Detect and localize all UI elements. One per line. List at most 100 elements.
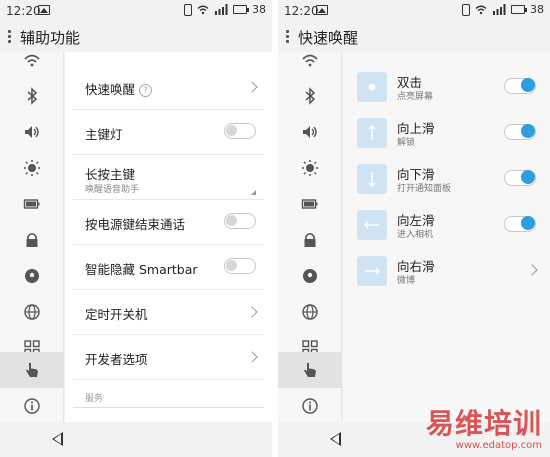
smartbar-toggle[interactable] [224,258,256,274]
sidebar-item-security[interactable] [0,222,64,258]
brightness-icon [24,160,40,176]
power-end-call-toggle[interactable] [224,213,256,229]
quick-wake-screen: 12:20 38 快速唤醒 双击 点亮屏幕 向上滑 解锁 向下滑 打开通知面板 … [278,0,550,457]
swipe-up-toggle[interactable] [504,124,536,140]
accessibility-screen: 12:20 38 辅助功能 快速唤醒 ? 主键灯 长按主键 唤醒语音助手 按电源… [0,0,272,457]
bluetooth-icon [305,87,316,105]
chevron-right-icon [246,81,258,93]
chevron-right-icon [526,264,538,276]
back-icon[interactable] [330,432,341,446]
list-item-developer-options[interactable]: 开发者选项 [73,335,264,380]
wifi-status-icon [475,5,487,14]
vibrate-icon [184,3,192,16]
list-item-home-key-light[interactable]: 主键灯 [73,110,264,155]
sidebar-item-accessibility[interactable] [278,352,342,388]
settings-sidebar [278,52,342,422]
gesture-row-swipe-up[interactable]: 向上滑 解锁 [353,116,544,156]
list-item-power-end-call[interactable]: 按电源键结束通话 [73,200,264,245]
sidebar-item-bluetooth[interactable] [278,78,342,114]
chevron-right-icon [246,351,258,363]
hand-pointer-icon [304,363,316,377]
wifi-status-icon [197,5,209,14]
sidebar-item-accessibility[interactable] [0,352,64,388]
sidebar-item-bluetooth[interactable] [0,78,64,114]
sidebar-item-language[interactable] [0,294,64,330]
chevron-right-icon [246,306,258,318]
dropdown-corner-icon [251,190,256,195]
list-item-quick-wake[interactable]: 快速唤醒? [73,64,264,110]
sidebar-item-about[interactable] [0,388,64,424]
sidebar-item-about[interactable] [278,388,342,424]
gesture-subtitle: 进入相机 [397,230,434,240]
info-icon [302,398,318,414]
swipe-down-icon [357,164,387,194]
list-item-label: 主键灯 [85,127,123,142]
gesture-subtitle: 解锁 [397,138,416,148]
list-item-label: 长按主键 [85,167,136,182]
watermark: 易维培训 www.edatop.com [426,402,542,451]
lock-icon [26,232,38,247]
battery-icon [301,199,318,209]
status-bar: 12:20 38 [278,0,550,22]
battery-level: 38 [530,3,544,16]
home-key-light-toggle[interactable] [224,123,256,139]
globe-icon [302,304,318,320]
volume-icon [25,126,39,138]
list-item-label: 定时开关机 [85,307,148,322]
volume-icon [303,126,317,138]
back-icon[interactable] [52,432,63,446]
location-icon [303,269,317,283]
help-icon[interactable]: ? [139,84,153,97]
gesture-row-double-tap[interactable]: 双击 点亮屏幕 [353,70,544,110]
bluetooth-icon [27,87,38,105]
globe-icon [24,304,40,320]
wifi-icon [302,54,318,67]
vibrate-icon [462,3,470,16]
sidebar-item-security[interactable] [278,222,342,258]
list-item-long-press-home[interactable]: 长按主键 唤醒语音助手 [73,155,264,200]
sidebar-item-battery[interactable] [278,186,342,222]
double-tap-toggle[interactable] [504,78,536,94]
lock-icon [304,232,316,247]
list-item-scheduled-power[interactable]: 定时开关机 [73,290,264,335]
gesture-row-swipe-down[interactable]: 向下滑 打开通知面板 [353,162,544,202]
battery-status-icon [511,5,527,14]
navigation-bar [0,422,272,457]
sidebar-item-sound[interactable] [0,114,64,150]
image-notification-icon [38,5,50,15]
settings-sidebar [0,52,64,422]
swipe-right-icon [357,256,387,286]
sidebar-item-display[interactable] [0,150,64,186]
list-item-label: 按电源键结束通话 [85,217,186,232]
list-item-label: 快速唤醒 [85,82,136,97]
gesture-row-swipe-left[interactable]: 向左滑 进入相机 [353,208,544,248]
sidebar-item-wifi[interactable] [278,42,342,78]
sidebar-item-location[interactable] [278,258,342,294]
status-bar: 12:20 38 [0,0,272,22]
signal-icon [493,4,506,15]
image-notification-icon [316,5,328,15]
double-tap-icon [357,72,387,102]
sidebar-item-wifi[interactable] [0,42,64,78]
battery-status-icon [233,5,249,14]
list-item-smartbar[interactable]: 智能隐藏 Smartbar [73,245,264,290]
gesture-subtitle: 微博 [397,276,416,286]
sidebar-item-language[interactable] [278,294,342,330]
gesture-row-swipe-right[interactable]: 向右滑 微博 [353,254,544,294]
sidebar-item-sound[interactable] [278,114,342,150]
sidebar-item-display[interactable] [278,150,342,186]
sidebar-item-battery[interactable] [0,186,64,222]
list-item-sublabel: 唤醒语音助手 [85,185,140,195]
battery-level: 38 [252,3,266,16]
swipe-up-icon [357,118,387,148]
swipe-left-toggle[interactable] [504,216,536,232]
location-icon [25,269,39,283]
wifi-icon [24,54,40,67]
screenshot-root: 12:20 38 辅助功能 快速唤醒 ? 主键灯 长按主键 唤醒语音助手 按电源… [0,0,550,457]
sidebar-item-location[interactable] [0,258,64,294]
battery-icon [23,199,40,209]
watermark-logo-text: 易维培训 [425,407,542,440]
status-time: 12:20 [6,4,41,18]
divider [73,407,264,408]
swipe-down-toggle[interactable] [504,170,536,186]
